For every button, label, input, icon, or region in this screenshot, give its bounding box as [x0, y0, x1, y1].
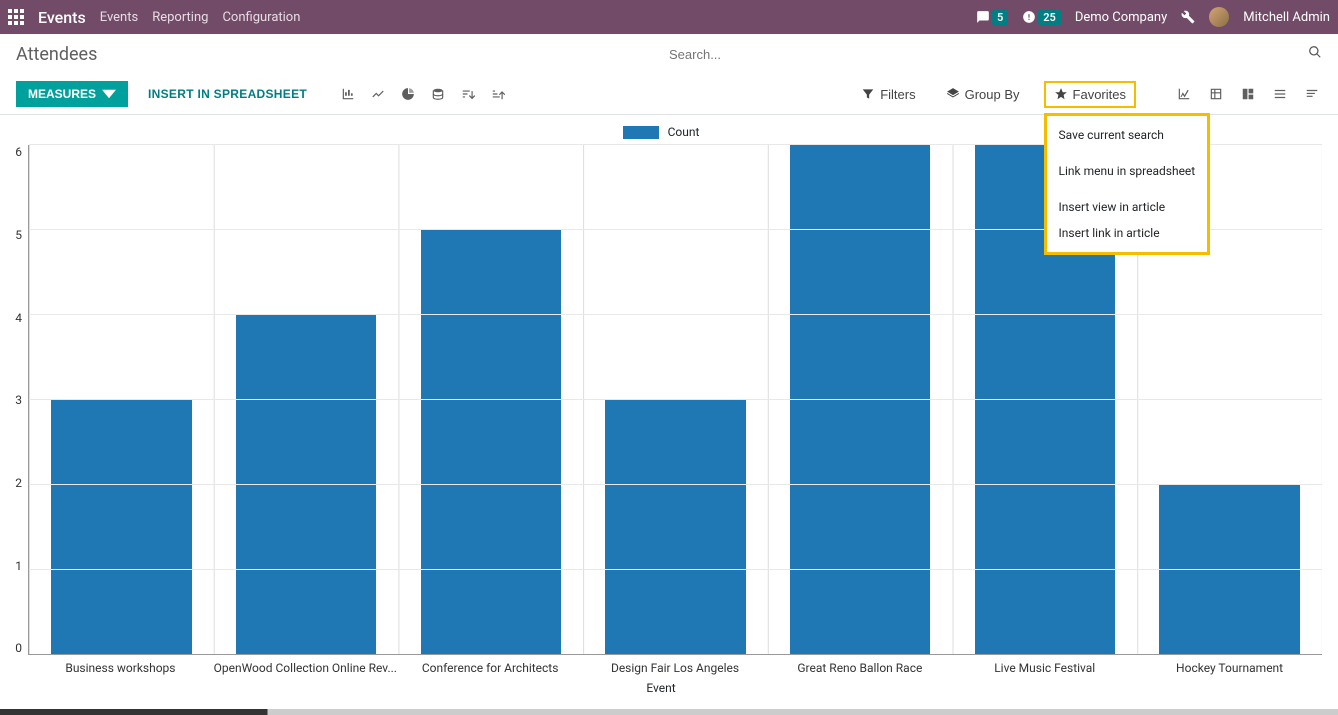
filter-icon	[861, 87, 875, 101]
bar[interactable]	[605, 400, 745, 655]
filters-label: Filters	[880, 87, 915, 102]
insert-spreadsheet-button[interactable]: INSERT IN SPREADSHEET	[136, 81, 319, 107]
y-tick: 0	[15, 641, 22, 655]
line-chart-icon[interactable]	[363, 80, 393, 108]
measures-button[interactable]: MEASURES	[16, 81, 128, 107]
star-icon	[1054, 87, 1068, 101]
navbar-right: 5 25 Demo Company Mitchell Admin	[976, 7, 1330, 27]
pivot-view-icon[interactable]	[1206, 84, 1226, 104]
groupby-button[interactable]: Group By	[940, 83, 1026, 106]
layers-icon	[946, 87, 960, 101]
bar-column	[29, 145, 214, 654]
graph-view-icon[interactable]	[1174, 84, 1194, 104]
filters-button[interactable]: Filters	[855, 83, 921, 106]
debug-icon[interactable]	[1181, 10, 1195, 24]
caret-down-icon	[102, 87, 116, 101]
sort-asc-icon[interactable]	[483, 80, 513, 108]
y-tick: 1	[15, 559, 22, 573]
groupby-label: Group By	[965, 87, 1020, 102]
x-tick: Conference for Architects	[398, 655, 583, 675]
company-switcher[interactable]: Demo Company	[1075, 10, 1167, 25]
main-navbar: Events Events Reporting Configuration 5 …	[0, 0, 1338, 34]
bar-chart-icon[interactable]	[333, 80, 363, 108]
avatar	[1209, 7, 1229, 27]
legend-label: Count	[668, 125, 700, 139]
activities-icon[interactable]: 25	[1022, 10, 1061, 25]
bar-column	[398, 145, 583, 654]
legend-swatch	[623, 126, 659, 139]
x-tick: Business workshops	[28, 655, 213, 675]
app-brand[interactable]: Events	[38, 8, 86, 27]
navbar-left: Events Events Reporting Configuration	[8, 8, 300, 27]
bar[interactable]	[790, 145, 930, 654]
activities-badge: 25	[1038, 10, 1061, 25]
apps-icon[interactable]	[8, 9, 24, 25]
view-switcher	[1174, 84, 1322, 104]
bar[interactable]	[1159, 485, 1299, 655]
cohort-view-icon[interactable]	[1238, 84, 1258, 104]
fav-insert-link[interactable]: Insert link in article	[1047, 220, 1208, 246]
nav-events[interactable]: Events	[100, 10, 138, 25]
bar[interactable]	[51, 400, 191, 655]
fav-insert-view[interactable]: Insert view in article	[1047, 194, 1208, 220]
messages-icon[interactable]: 5	[976, 10, 1008, 25]
favorites-wrapper: Favorites Save current search Link menu …	[1044, 81, 1136, 108]
search-icon[interactable]	[1308, 45, 1322, 63]
x-axis-label: Event	[0, 681, 1322, 695]
x-tick: Live Music Festival	[952, 655, 1137, 675]
bottom-scrollbar[interactable]	[0, 709, 1338, 715]
search-tools: Filters Group By Favorites Save current …	[855, 81, 1322, 108]
favorites-button[interactable]: Favorites	[1044, 81, 1136, 108]
pie-chart-icon[interactable]	[393, 80, 423, 108]
fav-save-search[interactable]: Save current search	[1047, 122, 1208, 148]
favorites-label: Favorites	[1073, 87, 1126, 102]
bar-column	[214, 145, 399, 654]
search-wrap	[669, 47, 1322, 62]
list-view-icon[interactable]	[1270, 84, 1290, 104]
sort-desc-icon[interactable]	[453, 80, 483, 108]
chart-type-group	[333, 80, 513, 108]
messages-badge: 5	[992, 10, 1008, 25]
x-tick: Hockey Tournament	[1137, 655, 1322, 675]
y-tick: 4	[15, 311, 22, 325]
fav-link-spreadsheet[interactable]: Link menu in spreadsheet	[1047, 158, 1208, 184]
kanban-view-icon[interactable]	[1302, 84, 1322, 104]
y-tick: 6	[15, 145, 22, 159]
y-axis: 6 5 4 3 2 1 0	[0, 145, 28, 655]
stacked-icon[interactable]	[423, 80, 453, 108]
x-tick: Design Fair Los Angeles	[583, 655, 768, 675]
bar-column	[768, 145, 953, 654]
x-tick: OpenWood Collection Online Rev...	[213, 655, 398, 675]
y-tick: 3	[15, 393, 22, 407]
search-input[interactable]	[669, 47, 1322, 62]
x-tick: Great Reno Ballon Race	[767, 655, 952, 675]
nav-configuration[interactable]: Configuration	[222, 10, 300, 25]
y-tick: 5	[15, 228, 22, 242]
nav-reporting[interactable]: Reporting	[152, 10, 208, 25]
user-name[interactable]: Mitchell Admin	[1243, 10, 1330, 25]
user-menu[interactable]	[1209, 7, 1229, 27]
breadcrumb: Attendees	[16, 44, 669, 65]
y-tick: 2	[15, 476, 22, 490]
control-panel: Attendees MEASURES INSERT IN SPREADSHEET…	[0, 34, 1338, 115]
favorites-dropdown: Save current search Link menu in spreads…	[1044, 113, 1211, 255]
x-axis: Business workshopsOpenWood Collection On…	[28, 655, 1322, 675]
bar[interactable]	[421, 230, 561, 654]
bar-column	[583, 145, 768, 654]
measures-label: MEASURES	[28, 87, 96, 101]
